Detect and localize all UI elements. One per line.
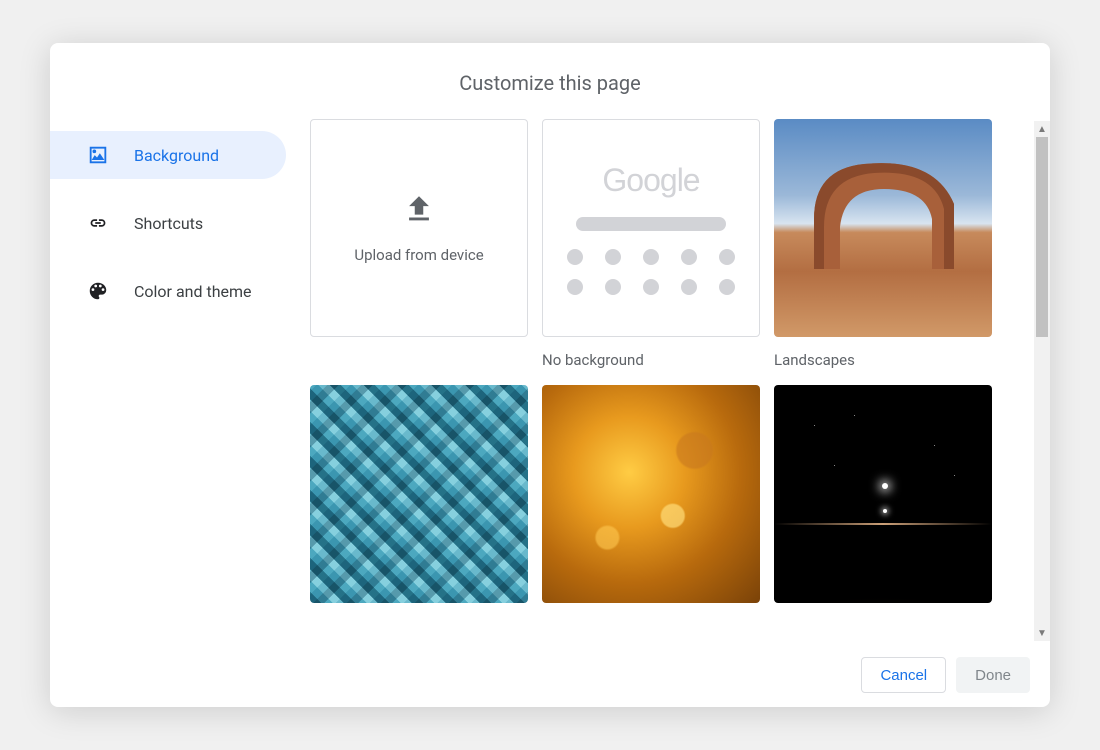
cancel-button[interactable]: Cancel xyxy=(861,657,946,693)
dialog-body: Background Shortcuts Color and theme xyxy=(50,119,1050,643)
no-background-tile-box[interactable]: Google xyxy=(542,119,760,337)
scroll-track[interactable] xyxy=(1034,137,1050,625)
earth-thumbnail[interactable] xyxy=(774,385,992,603)
sidebar-item-label: Background xyxy=(134,146,219,165)
life-thumbnail[interactable] xyxy=(542,385,760,603)
background-grid: Upload from device Google No back xyxy=(310,119,1026,603)
tile-life[interactable] xyxy=(542,385,760,603)
search-bar-placeholder xyxy=(576,217,726,231)
image-icon xyxy=(86,143,110,167)
upload-label: Upload from device xyxy=(354,246,483,264)
scroll-down-button[interactable]: ▼ xyxy=(1034,625,1050,641)
tile-caption: No background xyxy=(542,351,760,369)
tile-landscapes[interactable]: Landscapes xyxy=(774,119,992,369)
dialog-footer: Cancel Done xyxy=(50,643,1050,707)
sidebar-item-shortcuts[interactable]: Shortcuts xyxy=(50,199,286,247)
sidebar-item-background[interactable]: Background xyxy=(50,131,286,179)
sidebar-item-color-theme[interactable]: Color and theme xyxy=(50,267,286,315)
main-area: Upload from device Google No back xyxy=(310,119,1050,643)
upload-tile-box[interactable]: Upload from device xyxy=(310,119,528,337)
tile-caption: Landscapes xyxy=(774,351,992,369)
landscapes-thumbnail[interactable] xyxy=(774,119,992,337)
scroll-thumb[interactable] xyxy=(1036,137,1048,337)
sidebar-item-label: Color and theme xyxy=(134,282,252,301)
tile-no-background[interactable]: Google No background xyxy=(542,119,760,369)
background-grid-scroll: Upload from device Google No back xyxy=(310,119,1034,643)
textures-thumbnail[interactable] xyxy=(310,385,528,603)
dialog-title: Customize this page xyxy=(50,43,1050,119)
shortcut-dots xyxy=(567,249,735,295)
palette-icon xyxy=(86,279,110,303)
done-button[interactable]: Done xyxy=(956,657,1030,693)
vertical-scrollbar[interactable]: ▲ ▼ xyxy=(1034,119,1050,643)
upload-icon xyxy=(402,192,436,230)
sidebar: Background Shortcuts Color and theme xyxy=(50,119,310,643)
tile-upload[interactable]: Upload from device xyxy=(310,119,528,369)
google-logo-placeholder: Google xyxy=(602,162,699,199)
tile-textures[interactable] xyxy=(310,385,528,603)
customize-dialog: Customize this page Background Shortcuts xyxy=(50,43,1050,707)
sidebar-item-label: Shortcuts xyxy=(134,214,203,233)
tile-earth[interactable] xyxy=(774,385,992,603)
link-icon xyxy=(86,211,110,235)
scroll-up-button[interactable]: ▲ xyxy=(1034,121,1050,137)
